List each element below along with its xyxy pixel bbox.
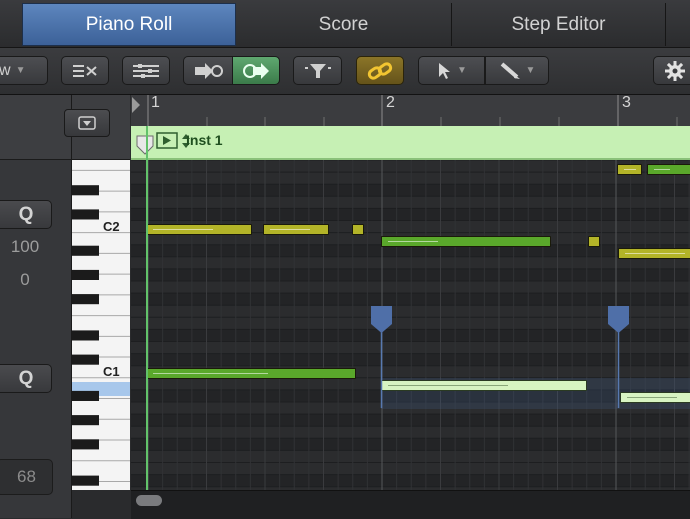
link-icon: [367, 61, 393, 80]
midi-in-button[interactable]: [183, 56, 233, 85]
chevron-down-icon: ▼: [457, 65, 467, 76]
tab-label: Score: [318, 13, 369, 35]
offset-value[interactable]: 0: [0, 270, 50, 290]
bar-number-1: 1: [151, 94, 160, 111]
tab-score[interactable]: Score: [236, 3, 452, 46]
view-menu-label: w: [0, 61, 11, 79]
piano-roll-toolbar: w ▼ ▼ ▼: [0, 48, 690, 95]
quantize-button-2[interactable]: Q: [0, 364, 52, 393]
tab-piano-roll[interactable]: Piano Roll: [22, 3, 236, 46]
editor-tab-bar: Piano Roll Score Step Editor: [0, 0, 690, 48]
left-tool-menu[interactable]: ▼: [418, 56, 485, 85]
bar-number-3: 3: [622, 94, 631, 111]
bar-ruler[interactable]: 1 2 3: [131, 94, 690, 127]
horizontal-scrollbar-track[interactable]: [131, 490, 690, 519]
marquee-right-handle[interactable]: [608, 306, 629, 333]
bar-number-2: 2: [386, 94, 395, 111]
inspector-header: [0, 95, 71, 160]
selection-markers: [380, 328, 620, 408]
note-grid[interactable]: [131, 160, 690, 490]
quantize-label: Q: [18, 367, 34, 389]
value-field-text: 68: [17, 467, 36, 486]
chevron-down-icon: ▼: [525, 65, 536, 76]
ruler-ticks: [132, 95, 678, 126]
gear-icon: [665, 60, 685, 81]
settings-button[interactable]: [653, 56, 690, 85]
midi-out-icon: [243, 62, 269, 79]
midi-functions-button[interactable]: [61, 56, 109, 85]
tab-label: Step Editor: [511, 13, 606, 35]
tab-step-editor[interactable]: Step Editor: [452, 3, 666, 46]
quantize-button[interactable]: Q: [0, 200, 52, 229]
tab-label: Piano Roll: [85, 13, 173, 35]
link-button[interactable]: [356, 56, 404, 85]
pointer-tool-icon: [439, 62, 451, 79]
midi-in-icon: [195, 62, 223, 79]
view-menu-button[interactable]: w ▼: [0, 56, 48, 85]
key-label-c1: C1: [103, 364, 120, 379]
value-field[interactable]: 68: [0, 459, 53, 495]
automation-button[interactable]: [122, 56, 170, 85]
chevron-down-icon: ▼: [15, 65, 26, 76]
pencil-tool-icon: [500, 61, 520, 79]
filter-icon: [304, 63, 331, 78]
filter-button[interactable]: [293, 56, 342, 85]
velocity-value[interactable]: 100: [0, 237, 50, 257]
midi-out-button[interactable]: [232, 56, 280, 85]
piano-keyboard[interactable]: C2 C1: [72, 160, 130, 490]
chevron-down-icon: [78, 116, 96, 130]
key-label-c2: C2: [103, 219, 120, 234]
quantize-label: Q: [18, 203, 34, 225]
playhead[interactable]: [146, 126, 148, 490]
tab-overflow[interactable]: [666, 3, 690, 46]
automation-icon: [133, 63, 159, 78]
collapse-menu-button[interactable]: [64, 109, 110, 137]
region-name: Inst 1: [186, 132, 223, 148]
keyboard-keys: [72, 169, 130, 486]
right-tool-menu[interactable]: ▼: [485, 56, 549, 85]
region-inspector: [0, 95, 72, 518]
horizontal-scrollbar-thumb[interactable]: [136, 495, 162, 506]
midi-functions-icon: [73, 64, 97, 77]
marquee-left-handle[interactable]: [371, 306, 392, 333]
